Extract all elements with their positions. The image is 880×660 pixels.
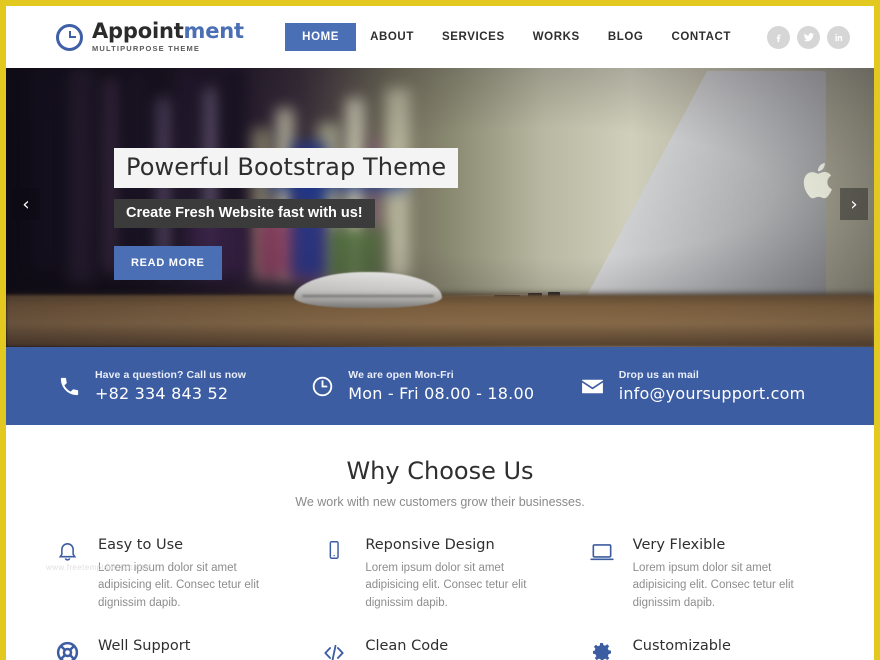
lifebuoy-icon bbox=[52, 638, 82, 660]
brand-logo[interactable]: Appointment MULTIPURPOSE THEME bbox=[56, 21, 244, 53]
slider-next-arrow-icon[interactable]: › bbox=[840, 188, 868, 220]
hero-subtitle: Create Fresh Website fast with us! bbox=[114, 199, 375, 228]
info-text-email: Drop us an mail info@yoursupport.com bbox=[619, 369, 806, 403]
hero-slider: Powerful Bootstrap Theme Create Fresh We… bbox=[6, 68, 874, 347]
info-item-phone: Have a question? Call us now +82 334 843… bbox=[58, 369, 311, 403]
nav-item-blog[interactable]: BLOG bbox=[594, 23, 658, 51]
site-header: Appointment MULTIPURPOSE THEME HOME ABOU… bbox=[6, 6, 874, 68]
contact-info-bar: Have a question? Call us now +82 334 843… bbox=[6, 347, 874, 425]
nav-item-works[interactable]: WORKS bbox=[519, 23, 594, 51]
brand-name-part2: ment bbox=[183, 19, 245, 44]
nav-item-contact[interactable]: CONTACT bbox=[657, 23, 745, 51]
feature-responsive-design: Reponsive Design Lorem ipsum dolor sit a… bbox=[319, 537, 560, 612]
brand-tagline: MULTIPURPOSE THEME bbox=[92, 44, 201, 54]
feature-title: Well Support bbox=[98, 638, 191, 655]
info-label-hours: We are open Mon-Fri bbox=[348, 369, 454, 381]
feature-clean-code: Clean Code bbox=[319, 638, 560, 660]
brand-name-part1: Appoint bbox=[92, 19, 184, 44]
features-grid: Easy to Use Lorem ipsum dolor sit amet a… bbox=[52, 537, 828, 660]
nav-item-home[interactable]: HOME bbox=[285, 23, 357, 51]
linkedin-icon[interactable] bbox=[827, 25, 850, 49]
laptop-icon bbox=[587, 537, 617, 612]
feature-easy-to-use: Easy to Use Lorem ipsum dolor sit amet a… bbox=[52, 537, 293, 612]
page-title: Why Choose Us bbox=[346, 457, 534, 485]
info-label-email: Drop us an mail bbox=[618, 369, 699, 381]
hero-title: Powerful Bootstrap Theme bbox=[114, 148, 459, 188]
info-text-hours: We are open Mon-Fri Mon - Fri 08.00 - 18… bbox=[348, 369, 534, 403]
feature-title: Easy to Use bbox=[98, 537, 184, 553]
code-icon bbox=[319, 638, 349, 660]
mobile-icon bbox=[319, 537, 349, 612]
feature-very-flexible: Very Flexible Lorem ipsum dolor sit amet… bbox=[587, 537, 828, 612]
main-navigation: HOME ABOUT SERVICES WORKS BLOG CONTACT bbox=[285, 23, 850, 51]
social-links bbox=[767, 25, 850, 49]
feature-body: Easy to Use Lorem ipsum dolor sit amet a… bbox=[98, 537, 270, 612]
info-item-email: Drop us an mail info@yoursupport.com bbox=[580, 369, 838, 403]
envelope-icon bbox=[580, 374, 605, 399]
phone-icon bbox=[58, 375, 81, 398]
nav-item-about[interactable]: ABOUT bbox=[356, 23, 428, 51]
gear-icon bbox=[587, 638, 617, 660]
site-watermark: www.freetemplatespot.com bbox=[46, 563, 152, 572]
info-text-phone: Have a question? Call us now +82 334 843… bbox=[95, 369, 246, 403]
features-subtitle: We work with new customers grow their bu… bbox=[295, 495, 585, 509]
feature-title: Customizable bbox=[632, 638, 731, 655]
feature-well-support: Well Support bbox=[52, 638, 293, 660]
slider-prev-arrow-icon[interactable]: ‹ bbox=[12, 188, 40, 220]
twitter-icon[interactable] bbox=[797, 25, 820, 49]
clock-icon bbox=[56, 23, 83, 51]
read-more-button[interactable]: READ MORE bbox=[114, 246, 222, 280]
feature-title: Clean Code bbox=[365, 638, 449, 655]
feature-body: Clean Code bbox=[365, 638, 448, 660]
page-content: Appointment MULTIPURPOSE THEME HOME ABOU… bbox=[6, 6, 874, 660]
info-value-phone: +82 334 843 52 bbox=[95, 384, 229, 403]
feature-body: Very Flexible Lorem ipsum dolor sit amet… bbox=[633, 537, 805, 612]
feature-customizable: Customizable bbox=[587, 638, 828, 660]
bell-icon bbox=[52, 537, 82, 612]
info-value-hours: Mon - Fri 08.00 - 18.00 bbox=[348, 384, 535, 403]
feature-title: Very Flexible bbox=[632, 537, 726, 553]
info-item-hours: We are open Mon-Fri Mon - Fri 08.00 - 18… bbox=[311, 369, 579, 403]
brand-name: Appointment bbox=[92, 21, 244, 42]
feature-title: Reponsive Design bbox=[365, 537, 495, 553]
feature-body: Reponsive Design Lorem ipsum dolor sit a… bbox=[365, 537, 537, 612]
facebook-icon[interactable] bbox=[767, 25, 790, 49]
info-label-phone: Have a question? Call us now bbox=[95, 369, 246, 381]
feature-text: Lorem ipsum dolor sit amet adipisicing e… bbox=[365, 562, 527, 609]
hero-caption: Powerful Bootstrap Theme Create Fresh We… bbox=[114, 148, 459, 280]
clock-icon bbox=[311, 375, 334, 398]
feature-body: Customizable bbox=[633, 638, 731, 660]
brand-text: Appointment MULTIPURPOSE THEME bbox=[92, 21, 244, 53]
info-value-email: info@yoursupport.com bbox=[618, 384, 806, 403]
features-section: Why Choose Us We work with new customers… bbox=[6, 425, 874, 660]
feature-body: Well Support bbox=[98, 638, 190, 660]
nav-item-services[interactable]: SERVICES bbox=[428, 23, 519, 51]
feature-text: Lorem ipsum dolor sit amet adipisicing e… bbox=[632, 562, 794, 609]
page-frame: Appointment MULTIPURPOSE THEME HOME ABOU… bbox=[0, 0, 880, 660]
